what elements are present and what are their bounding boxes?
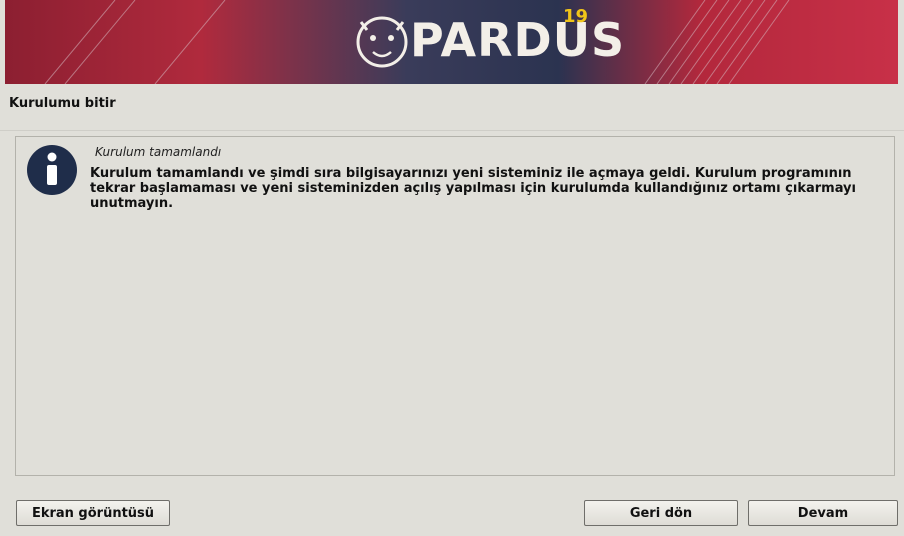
back-button[interactable]: Geri dön xyxy=(584,500,738,526)
message-body: Kurulum tamamlandı ve şimdi sıra bilgisa… xyxy=(90,166,856,211)
info-icon xyxy=(26,144,78,196)
screenshot-button[interactable]: Ekran görüntüsü xyxy=(16,500,170,526)
divider xyxy=(0,130,904,131)
brand-wordmark: PARDUS xyxy=(410,13,626,67)
header-banner: PARDUS 19 xyxy=(5,0,898,84)
continue-button[interactable]: Devam xyxy=(748,500,898,526)
message-title: Kurulum tamamlandı xyxy=(95,145,222,159)
brand-version: 19 xyxy=(563,6,589,27)
page-title: Kurulumu bitir xyxy=(9,96,116,111)
